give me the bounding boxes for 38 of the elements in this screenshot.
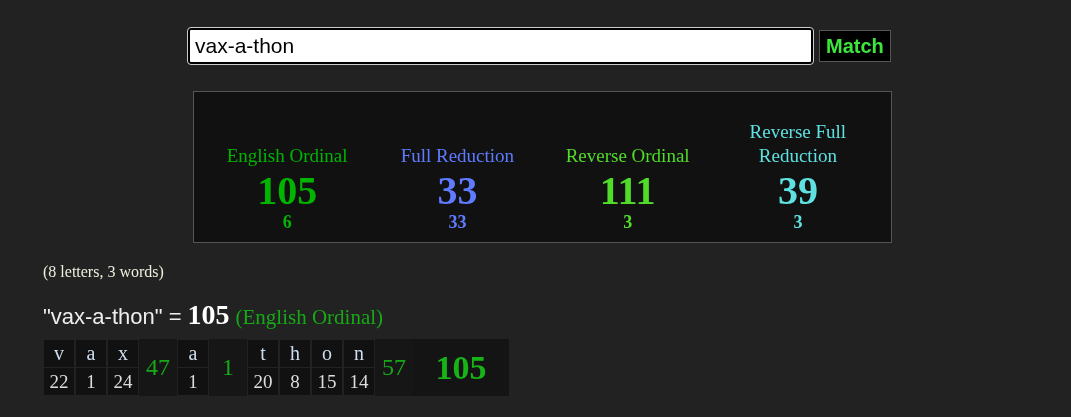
cipher-name: English Ordinal — [226, 144, 348, 168]
value-cell-text: 14 — [348, 369, 370, 394]
word-sum-cell: 47 — [139, 339, 177, 396]
value-cell-text: 20 — [252, 369, 274, 394]
value-cell-text: 22 — [48, 369, 70, 394]
letter-cell: t — [248, 340, 278, 368]
cipher-reduction: 6 — [282, 212, 292, 232]
letter-cell: x — [108, 340, 138, 368]
letter-cell: a — [76, 340, 106, 368]
value-cell-text: 1 — [85, 369, 97, 394]
phrase-text: "vax-a-thon" = — [43, 304, 182, 330]
cipher-name: Reverse Ordinal — [565, 144, 690, 168]
result-value: 105 — [187, 299, 230, 331]
word-sum-cell: 1 — [209, 339, 247, 396]
value-cell-text: 1 — [187, 369, 199, 394]
value-cell-text: 24 — [112, 369, 134, 394]
match-button[interactable]: Match — [819, 30, 891, 62]
word-sum-cell: 57 — [375, 339, 413, 396]
cipher-reduction: 3 — [623, 212, 633, 232]
cipher-reduction: 3 — [793, 212, 803, 232]
letter-count: (8 letters, 3 words) — [43, 263, 165, 281]
value-cell-text: 8 — [289, 369, 301, 394]
letter-cell: n — [344, 340, 374, 368]
letter-cell: h — [280, 340, 310, 368]
search-field[interactable]: vax-a-thon — [188, 28, 813, 64]
cipher-value: 105 — [257, 170, 318, 212]
cipher-value: 111 — [599, 170, 656, 212]
cipher-reduction: 33 — [448, 212, 467, 232]
letter-cell: a — [178, 340, 208, 368]
total-cell: 105 — [413, 339, 509, 396]
cipher-value: 39 — [777, 170, 818, 212]
cipher-name: Full Reduction — [400, 144, 515, 168]
cipher-label: (English Ordinal) — [235, 305, 384, 330]
letter-cell: o — [312, 340, 342, 368]
cipher-value: 33 — [437, 170, 478, 212]
value-cell-text: 15 — [316, 369, 338, 394]
letter-cell: v — [44, 340, 74, 368]
cipher-name: Reverse Full Reduction — [748, 120, 848, 168]
